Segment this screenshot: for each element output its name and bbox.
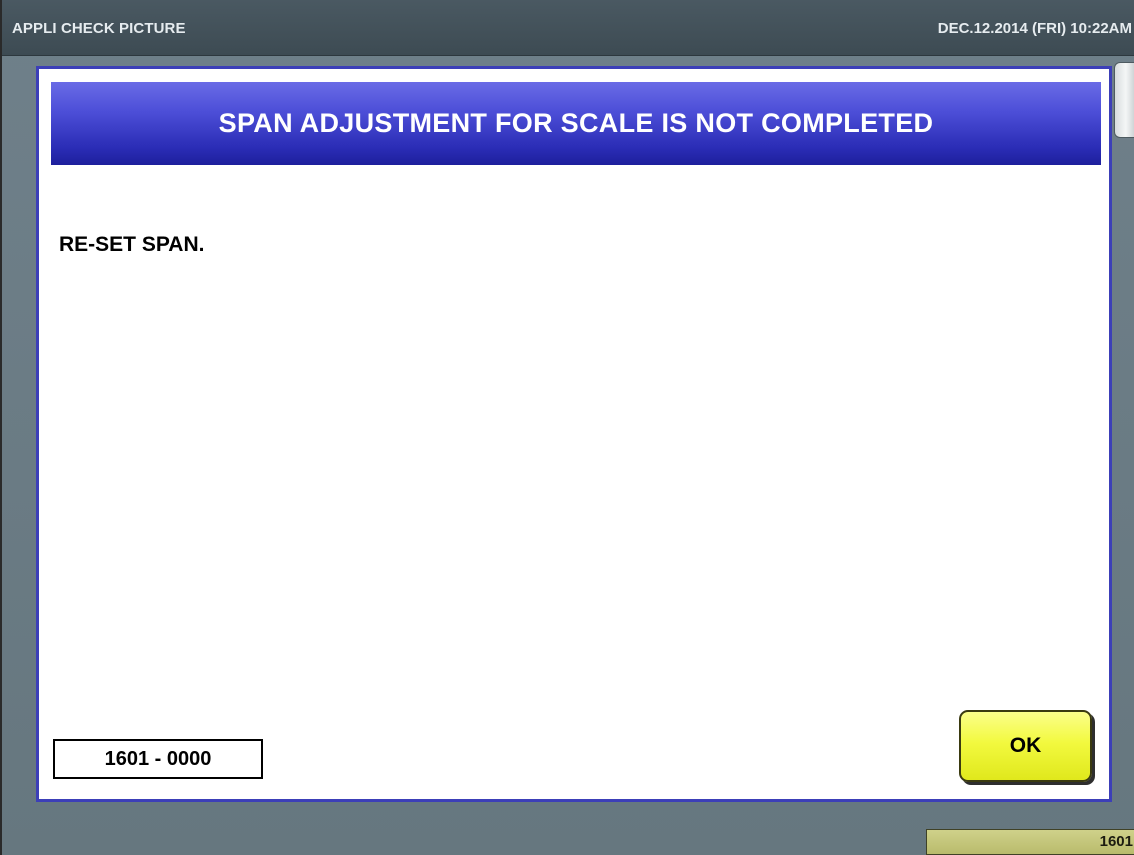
screen: APPLI CHECK PICTURE DEC.12.2014 (FRI) 10…: [0, 0, 1134, 855]
date-time: DEC.12.2014 (FRI) 10:22AM: [937, 20, 1132, 37]
error-code: 1601 - 0000: [53, 739, 263, 779]
dialog-header: SPAN ADJUSTMENT FOR SCALE IS NOT COMPLET…: [51, 82, 1101, 165]
app-title: APPLI CHECK PICTURE: [12, 20, 186, 37]
dialog-title: SPAN ADJUSTMENT FOR SCALE IS NOT COMPLET…: [218, 108, 934, 138]
scroll-handle[interactable]: [1114, 62, 1134, 138]
error-dialog: SPAN ADJUSTMENT FOR SCALE IS NOT COMPLET…: [36, 66, 1112, 802]
dialog-message: RE-SET SPAN.: [59, 233, 205, 256]
ok-button[interactable]: OK: [959, 710, 1092, 782]
title-bar: APPLI CHECK PICTURE DEC.12.2014 (FRI) 10…: [2, 0, 1134, 56]
status-counter: 1601: [926, 829, 1134, 855]
